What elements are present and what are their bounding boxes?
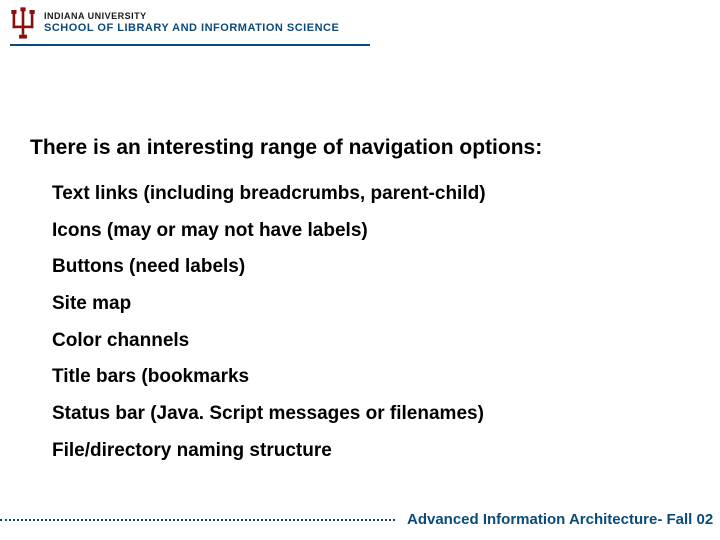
list-item: Status bar (Java. Script messages or fil… <box>52 402 690 427</box>
list-item: Color channels <box>52 329 690 354</box>
list-item: Title bars (bookmarks <box>52 365 690 390</box>
slide-content: There is an interesting range of navigat… <box>0 46 720 464</box>
list-item: Site map <box>52 292 690 317</box>
iu-trident-icon <box>10 6 36 40</box>
slide-heading: There is an interesting range of navigat… <box>30 136 690 160</box>
list-item: Buttons (need labels) <box>52 255 690 280</box>
footer-text: Advanced Information Architecture- Fall … <box>407 511 713 528</box>
header-text-block: INDIANA UNIVERSITY SCHOOL OF LIBRARY AND… <box>44 12 339 34</box>
slide-footer: Advanced Information Architecture- Fall … <box>0 511 720 528</box>
footer-dotted-line <box>0 519 395 521</box>
list-item: Text links (including breadcrumbs, paren… <box>52 182 690 207</box>
slide-header: INDIANA UNIVERSITY SCHOOL OF LIBRARY AND… <box>0 0 720 44</box>
list-item: Icons (may or may not have labels) <box>52 219 690 244</box>
university-name: INDIANA UNIVERSITY <box>44 12 339 22</box>
list-item: File/directory naming structure <box>52 439 690 464</box>
school-name: SCHOOL OF LIBRARY AND INFORMATION SCIENC… <box>44 22 339 34</box>
